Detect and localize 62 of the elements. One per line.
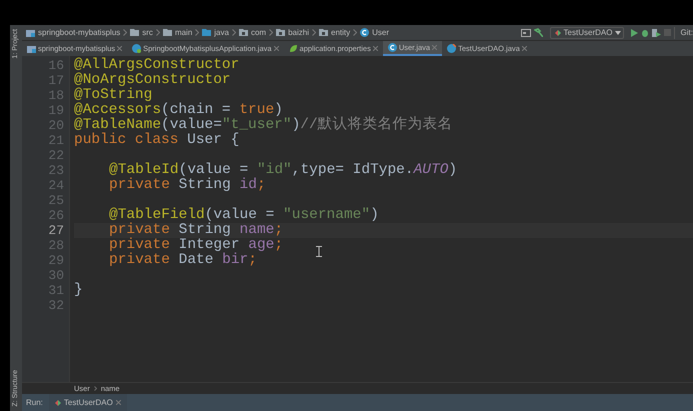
breadcrumb-item[interactable]: User [372, 26, 390, 38]
breadcrumb-item[interactable]: main [174, 26, 192, 38]
close-icon [274, 46, 279, 51]
package-icon [238, 29, 248, 36]
class-icon [132, 44, 142, 53]
leaf-icon [288, 44, 298, 53]
code-line: private Integer age; [109, 238, 284, 253]
line-number: 27 [47, 223, 64, 238]
stop-icon [664, 29, 671, 36]
code-line: private String id; [109, 178, 266, 193]
chevron-icon [232, 29, 236, 36]
run-label: Run: [26, 396, 43, 408]
close-icon [372, 46, 378, 51]
chevron-icon [123, 29, 128, 36]
text-cursor-icon [316, 246, 322, 257]
close-icon [522, 46, 527, 51]
code-line: @ToString [74, 88, 152, 103]
run-config-icon [54, 400, 61, 406]
folder-icon [162, 29, 172, 36]
folder-icon [130, 29, 140, 36]
class-icon [388, 43, 397, 52]
git-label: Git: [674, 26, 693, 38]
run-icon [630, 28, 638, 36]
code-line: } [74, 283, 83, 298]
chevron-icon [195, 29, 200, 36]
chevron-icon [156, 29, 160, 36]
class-icon [447, 44, 456, 53]
code-line: @TableName(value="t_user")//默认将类名作为表名 [74, 118, 453, 133]
package-icon [319, 29, 328, 36]
breadcrumb-item[interactable]: baizhi [288, 26, 309, 38]
breadcrumb-item[interactable]: java [214, 26, 229, 38]
code-line: @Accessors(chain = true) [74, 103, 283, 118]
module-folder-icon [26, 28, 35, 36]
code-line: @AllArgsConstructor [74, 58, 240, 73]
package-icon [276, 29, 286, 36]
breadcrumb-item[interactable]: src [142, 26, 153, 38]
breadcrumb-item[interactable]: entity [331, 26, 350, 38]
run-configuration-dropdown[interactable]: TestUserDAO [550, 26, 624, 38]
chevron-icon [94, 386, 97, 391]
breadcrumb-item[interactable]: springboot-mybatisplus [38, 26, 120, 38]
code-line: @NoArgsConstructor [74, 73, 231, 88]
window-icon [520, 28, 531, 36]
hammer-icon [534, 28, 543, 37]
chevron-icon [269, 29, 274, 36]
caret-icon [615, 30, 622, 34]
run-tab[interactable]: TestUserDAO [48, 394, 127, 411]
code-line: private Date bir; [109, 253, 257, 268]
close-icon [432, 45, 438, 50]
breadcrumb-item[interactable]: com [250, 26, 266, 38]
code-line: private String name; [109, 223, 284, 238]
run-config-icon [554, 30, 561, 36]
chevron-icon [353, 29, 358, 36]
module-folder-icon [27, 44, 36, 52]
close-icon [117, 46, 122, 51]
class-icon [360, 28, 370, 37]
code-line: @TableId(value = "id",type= IdType.AUTO) [109, 163, 458, 178]
code-line: public class User { [74, 133, 240, 148]
folder-icon [202, 29, 212, 36]
close-icon [116, 400, 121, 405]
coverage-icon [652, 28, 661, 36]
code-line: @TableField(value = "username") [109, 208, 379, 223]
chevron-icon [312, 29, 316, 36]
